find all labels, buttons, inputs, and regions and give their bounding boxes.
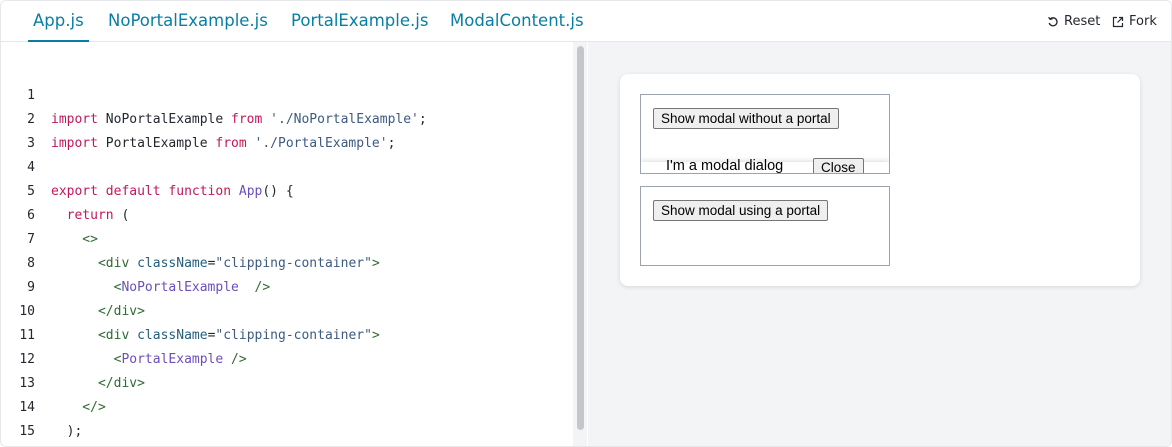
tab-portalexample-js[interactable]: PortalExample.js <box>291 1 428 42</box>
code-line: 11 <PortalExample /> <box>1 300 571 367</box>
close-button[interactable]: Close <box>813 158 864 173</box>
code-line: 12 </div> <box>1 324 571 391</box>
modal-dialog-text: I'm a modal dialog <box>666 158 784 174</box>
sandpack-window: App.js NoPortalExample.js PortalExample.… <box>0 0 1172 447</box>
external-link-icon <box>1112 16 1124 27</box>
code-line: 6 <> <box>1 180 571 247</box>
code-line: 15 } <box>1 396 571 439</box>
code-line: 8 <NoPortalExample /> <box>1 228 571 295</box>
code-line: 4 export default function App() { <box>1 132 571 199</box>
tab-noportalexample-js[interactable]: NoPortalExample.js <box>108 1 268 42</box>
code-line: 2 import PortalExample from './PortalExa… <box>1 84 571 151</box>
code-line: 3 <box>1 108 571 151</box>
editor-scrollbar-thumb[interactable] <box>577 46 584 430</box>
tab-modalcontent-js[interactable]: ModalContent.js <box>450 1 584 42</box>
code-line: 9 </div> <box>1 252 571 319</box>
code-line: 5 return ( <box>1 156 571 223</box>
code-line: 16 <box>1 420 571 444</box>
code-line: 7 <div className="clipping-container"> <box>1 204 571 271</box>
reset-button[interactable]: Reset <box>1047 1 1100 42</box>
fork-label: Fork <box>1129 14 1157 29</box>
show-modal-using-portal-button[interactable]: Show modal using a portal <box>653 200 829 221</box>
code-line: 1 import NoPortalExample from './NoPorta… <box>1 60 571 127</box>
clipping-container-no-portal: Show modal without a portal I'm a modal … <box>640 94 890 174</box>
code-editor[interactable]: 1 import NoPortalExample from './NoPorta… <box>1 42 587 446</box>
fork-button[interactable]: Fork <box>1112 1 1157 42</box>
show-modal-without-portal-button[interactable]: Show modal without a portal <box>653 108 839 129</box>
reset-label: Reset <box>1064 14 1101 29</box>
file-tab-bar: App.js NoPortalExample.js PortalExample.… <box>1 1 1171 42</box>
reset-icon <box>1048 16 1058 26</box>
clipping-container-portal: Show modal using a portal <box>640 186 890 266</box>
code-line: 10 <div className="clipping-container"> <box>1 276 571 343</box>
tab-app-js[interactable]: App.js <box>28 1 89 42</box>
code-line: 13 </> <box>1 348 571 415</box>
code-line: 14 ); <box>1 372 571 439</box>
